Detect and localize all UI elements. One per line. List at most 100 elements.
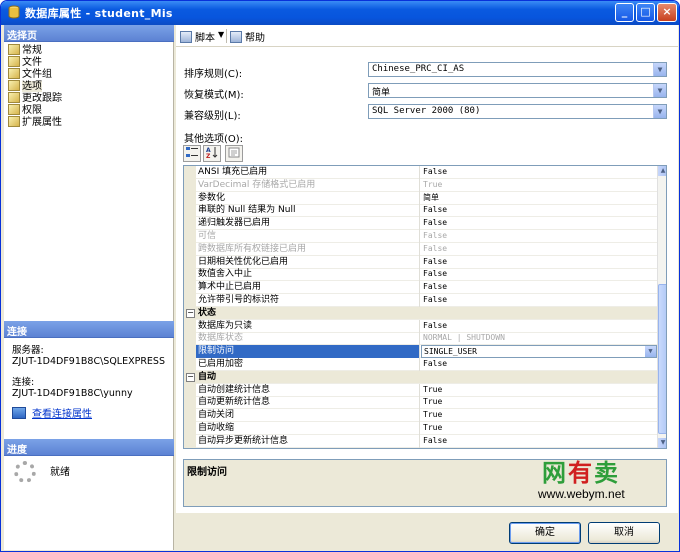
close-button[interactable]: ×	[657, 3, 677, 22]
page-icon	[8, 116, 20, 127]
script-dropdown-icon[interactable]: ▼	[218, 30, 224, 39]
chevron-down-icon[interactable]: ▼	[645, 346, 656, 357]
grid-property-row[interactable]: 可信 False	[184, 230, 657, 243]
connection-value: ZJUT-1D4DF91B8C\yunny	[12, 388, 133, 399]
scrollbar-thumb[interactable]	[658, 284, 666, 434]
property-value-text: False	[423, 436, 448, 445]
grid-category-row[interactable]: − 状态	[184, 307, 657, 320]
property-name: 跨数据库所有权链接已启用	[196, 243, 420, 256]
row-gutter	[184, 358, 196, 371]
connection-label: 连接:	[12, 377, 35, 388]
row-gutter	[184, 281, 196, 294]
property-value[interactable]: False	[421, 294, 657, 307]
alphabetical-icon[interactable]: AZ	[203, 145, 221, 162]
grid-property-row[interactable]: 自动收缩 True	[184, 422, 657, 435]
svg-text:Z: Z	[206, 153, 211, 159]
maximize-button[interactable]: □	[636, 3, 655, 22]
property-value[interactable]: False	[421, 268, 657, 281]
property-name: 数据库状态	[196, 332, 420, 345]
right-pane: 脚本 ▼ 帮助 排序规则(C): Chinese_PRC_CI_AS ▼ 恢复模…	[176, 25, 678, 513]
help-label: 帮助	[245, 33, 265, 44]
property-value-text: False	[423, 295, 448, 304]
chevron-down-icon[interactable]: ▼	[653, 105, 666, 118]
grid-property-row[interactable]: 数据库状态 NORMAL | SHUTDOWN	[184, 332, 657, 345]
property-value-text: True	[423, 423, 443, 432]
property-value-text: False	[423, 269, 448, 278]
property-value[interactable]: True	[421, 396, 657, 409]
property-name: 串联的 Null 结果为 Null	[196, 204, 420, 217]
compatibility-level-select[interactable]: SQL Server 2000 (80) ▼	[368, 104, 667, 119]
row-gutter	[184, 332, 196, 345]
chevron-down-icon[interactable]: ▼	[653, 84, 666, 97]
property-name: 限制访问	[196, 345, 420, 358]
property-value[interactable]: False	[421, 358, 657, 371]
property-name: VarDecimal 存储格式已启用	[196, 179, 420, 192]
database-icon	[8, 5, 20, 19]
compatibility-level-label: 兼容级别(L):	[184, 111, 241, 122]
property-value[interactable]: False	[421, 204, 657, 217]
nav-item[interactable]: 扩展属性	[8, 113, 62, 128]
property-value[interactable]: SINGLE_USER ▼	[421, 345, 657, 358]
grid-category-row[interactable]: − 自动	[184, 371, 657, 384]
row-gutter: −	[184, 307, 196, 320]
property-value[interactable]: False	[421, 166, 657, 179]
collation-label: 排序规则(C):	[184, 69, 243, 80]
grid-property-row[interactable]: 跨数据库所有权链接已启用 False	[184, 243, 657, 256]
row-gutter	[184, 435, 196, 448]
grid-property-row[interactable]: 自动更新统计信息 True	[184, 396, 657, 409]
row-gutter	[184, 230, 196, 243]
property-value-text: False	[423, 244, 448, 253]
title-bar[interactable]: 数据库属性 - student_Mis _ □ ×	[1, 1, 679, 25]
property-value-text: False	[423, 257, 448, 266]
chevron-down-icon[interactable]: ▼	[653, 63, 666, 76]
help-button[interactable]: 帮助	[230, 29, 265, 44]
property-value-text: False	[423, 359, 448, 368]
minimize-button[interactable]: _	[615, 3, 634, 22]
grid-property-row[interactable]: 自动异步更新统计信息 False	[184, 435, 657, 448]
left-pane: 选择页 常规 文件 文件组 选项 更改跟踪 权限 扩展属性 连接 服务器: ZJUT-1D4…	[4, 25, 174, 550]
property-value[interactable]: False	[421, 243, 657, 256]
property-name: 已启用加密	[196, 358, 420, 371]
property-value[interactable]: True	[421, 409, 657, 422]
recovery-model-select[interactable]: 简单 ▼	[368, 83, 667, 98]
row-gutter	[184, 409, 196, 422]
categorized-icon[interactable]	[183, 145, 201, 162]
view-connection-properties-link[interactable]: 查看连接属性	[12, 405, 92, 420]
database-properties-window: 数据库属性 - student_Mis _ □ × 选择页 常规 文件 文件组 选项更…	[0, 0, 680, 552]
scroll-up-icon[interactable]: ▲	[658, 166, 666, 176]
vertical-scrollbar[interactable]: ▲ ▼	[657, 166, 666, 448]
collation-select[interactable]: Chinese_PRC_CI_AS ▼	[368, 62, 667, 77]
row-gutter	[184, 422, 196, 435]
cancel-button[interactable]: 取消	[588, 522, 660, 544]
grid-property-row[interactable]: 递归触发器已启用 False	[184, 217, 657, 230]
property-value[interactable]: True	[421, 179, 657, 192]
grid-property-row[interactable]: VarDecimal 存储格式已启用 True	[184, 179, 657, 192]
ok-button[interactable]: 确定	[509, 522, 581, 544]
grid-property-row[interactable]: 串联的 Null 结果为 Null False	[184, 204, 657, 217]
collapse-icon[interactable]: −	[186, 373, 195, 382]
grid-property-row[interactable]: ANSI 填充已启用 False	[184, 166, 657, 179]
row-gutter	[184, 217, 196, 230]
script-button[interactable]: 脚本	[180, 29, 215, 44]
server-value: ZJUT-1D4DF91B8C\SQLEXPRESS	[12, 356, 165, 367]
grid-property-row[interactable]: 允许带引号的标识符 False	[184, 294, 657, 307]
grid-property-row[interactable]: 限制访问 SINGLE_USER ▼	[184, 345, 657, 358]
property-value[interactable]: NORMAL | SHUTDOWN	[421, 332, 657, 345]
property-name: 自动关闭	[196, 409, 420, 422]
grid-property-row[interactable]: 算术中止已启用 False	[184, 281, 657, 294]
property-value[interactable]: True	[421, 422, 657, 435]
collapse-icon[interactable]: −	[186, 309, 195, 318]
property-value[interactable]: False	[421, 217, 657, 230]
property-value[interactable]: False	[421, 230, 657, 243]
property-value[interactable]: False	[421, 281, 657, 294]
scroll-down-icon[interactable]: ▼	[658, 438, 666, 448]
property-pages-icon[interactable]	[225, 145, 243, 162]
property-name: 自动	[198, 372, 217, 382]
grid-property-row[interactable]: 数值舍入中止 False	[184, 268, 657, 281]
property-value[interactable]: False	[421, 435, 657, 448]
property-name: 自动异步更新统计信息	[196, 435, 420, 448]
grid-property-row[interactable]: 已启用加密 False	[184, 358, 657, 371]
row-gutter	[184, 204, 196, 217]
grid-property-row[interactable]: 自动关闭 True	[184, 409, 657, 422]
property-description-title: 限制访问	[187, 467, 227, 478]
